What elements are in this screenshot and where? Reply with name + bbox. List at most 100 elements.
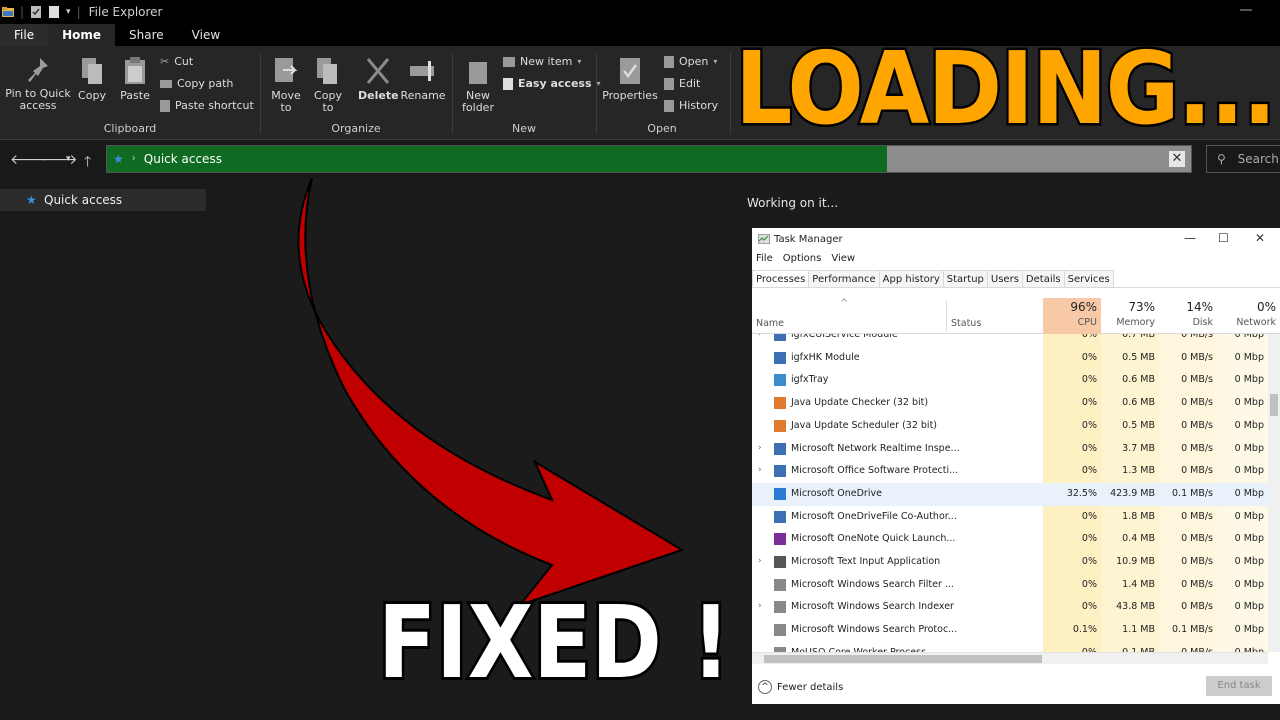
process-network: 0 Mbp xyxy=(1234,624,1264,636)
maximize-icon[interactable]: ☐ xyxy=(1218,231,1229,245)
tab-services[interactable]: Services xyxy=(1063,270,1114,287)
process-disk: 0 MB/s xyxy=(1181,533,1213,545)
expand-chevron-icon[interactable]: › xyxy=(758,334,762,339)
process-disk: 0 MB/s xyxy=(1181,556,1213,567)
process-cpu: 0.1% xyxy=(1072,624,1097,636)
process-row[interactable]: Microsoft OneDriveFile Co-Author... 0% 1.8… xyxy=(752,506,1268,529)
process-memory: 43.8 MB xyxy=(1116,601,1155,613)
process-icon xyxy=(774,533,786,546)
process-memory: 0.6 MB xyxy=(1122,397,1155,409)
process-name: Microsoft Network Realtime Inspe... xyxy=(791,442,960,454)
fewer-details-label: Fewer details xyxy=(777,681,844,693)
process-row[interactable]: › Microsoft Windows Search Indexer 0% 43.8 … xyxy=(752,596,1268,619)
menu-view[interactable]: View xyxy=(831,253,855,264)
process-icon xyxy=(774,334,786,341)
process-memory: 423.9 MB xyxy=(1110,487,1155,499)
process-icon xyxy=(774,465,786,478)
process-cpu: 32.5% xyxy=(1066,487,1097,499)
process-disk: 0 MB/s xyxy=(1181,601,1213,613)
process-name: Microsoft Office Software Protecti... xyxy=(791,465,959,477)
process-row[interactable]: Microsoft Windows Search Filter ... 0% 1.4… xyxy=(752,574,1268,597)
disk-label: Disk xyxy=(1192,317,1213,328)
menu-file[interactable]: File xyxy=(756,253,773,264)
tab-app-history[interactable]: App history xyxy=(878,270,944,287)
column-cpu[interactable]: 96% CPU xyxy=(1043,298,1101,334)
process-cpu: 0% xyxy=(1081,334,1097,340)
process-row[interactable]: Microsoft Windows Search Protoc... 0.1% 1.… xyxy=(752,619,1268,642)
process-name: Microsoft OneNote Quick Launch... xyxy=(791,533,956,545)
process-table-header: ^ Name Status 96% CPU 73% Memory 14% Dis… xyxy=(752,298,1280,334)
process-name: igfxCUIService Module xyxy=(791,334,898,340)
scroll-thumb[interactable] xyxy=(1270,394,1278,416)
process-disk: 0 MB/s xyxy=(1181,465,1213,477)
process-row[interactable]: MoUSO Core Worker Process0%0.1 MB0 MB/s0… xyxy=(752,642,1268,652)
fewer-details-button[interactable]: ^ Fewer details xyxy=(758,680,843,694)
process-row[interactable]: › Microsoft Text Input Application 0% 10.9 … xyxy=(752,551,1268,574)
tab-details[interactable]: Details xyxy=(1021,270,1065,287)
process-disk: 0 MB/s xyxy=(1181,419,1213,431)
process-disk: 0 MB/s xyxy=(1181,578,1213,590)
tab-processes[interactable]: Processes xyxy=(752,270,810,287)
process-icon xyxy=(774,442,786,455)
process-network: 0 Mbp xyxy=(1234,351,1264,363)
process-name: Microsoft OneDriveFile Co-Author... xyxy=(791,510,957,522)
process-network: 0 Mbp xyxy=(1234,578,1264,590)
process-network: 0 Mbp xyxy=(1234,374,1264,386)
cpu-label: CPU xyxy=(1077,317,1097,328)
process-network: 0 Mbp xyxy=(1234,419,1264,431)
end-task-button[interactable]: End task xyxy=(1206,676,1272,696)
column-divider xyxy=(946,300,947,332)
process-disk: 0.1 MB/s xyxy=(1172,624,1213,636)
column-name[interactable]: Name xyxy=(756,318,784,329)
expand-chevron-icon[interactable]: › xyxy=(758,556,762,566)
minimize-icon[interactable]: — xyxy=(1184,231,1196,245)
process-row[interactable]: igfxTray 0% 0.6 MB 0 MB/s 0 Mbp xyxy=(752,369,1268,392)
process-name: Microsoft OneDrive xyxy=(791,487,882,499)
process-row[interactable]: Microsoft OneDrive 32.5% 423.9 MB 0.1 MB/s 0… xyxy=(752,482,1268,506)
task-manager-window: Task Manager — ☐ ✕ File Options View Pro… xyxy=(752,228,1280,704)
process-disk: 0 MB/s xyxy=(1181,442,1213,454)
column-memory[interactable]: 73% Memory xyxy=(1101,298,1159,334)
network-label: Network xyxy=(1236,317,1276,328)
process-memory: 1.8 MB xyxy=(1122,510,1155,522)
tab-performance[interactable]: Performance xyxy=(808,270,880,287)
process-list: › igfxCUIService Module 0% 0.7 MB 0 MB/s 0 Mb… xyxy=(752,334,1268,652)
process-cpu: 0% xyxy=(1081,601,1097,613)
process-network: 0 Mbp xyxy=(1234,510,1264,522)
close-icon[interactable]: ✕ xyxy=(1255,231,1265,245)
column-disk[interactable]: 14% Disk xyxy=(1159,298,1217,334)
horizontal-scrollbar[interactable] xyxy=(752,652,1268,664)
process-row[interactable]: Java Update Checker (32 bit) 0% 0.6 MB 0 MB… xyxy=(752,392,1268,415)
process-memory: 0.5 MB xyxy=(1122,351,1155,363)
expand-chevron-icon[interactable]: › xyxy=(758,601,762,611)
expand-chevron-icon[interactable]: › xyxy=(758,465,762,475)
process-memory: 10.9 MB xyxy=(1116,556,1155,567)
tab-startup[interactable]: Startup xyxy=(942,270,988,287)
menu-options[interactable]: Options xyxy=(783,253,822,264)
process-memory: 1.3 MB xyxy=(1122,465,1155,477)
process-row[interactable]: Java Update Scheduler (32 bit) 0% 0.5 MB 0 … xyxy=(752,415,1268,438)
process-row[interactable]: › Microsoft Office Software Protecti... 0%… xyxy=(752,460,1268,483)
process-network: 0 Mbp xyxy=(1234,601,1264,613)
vertical-scrollbar[interactable] xyxy=(1268,334,1280,652)
scroll-thumb[interactable] xyxy=(764,655,1042,663)
process-row[interactable]: › Microsoft Network Realtime Inspe... 0% 3.… xyxy=(752,438,1268,461)
process-memory: 1.1 MB xyxy=(1122,624,1155,636)
process-name: Microsoft Text Input Application xyxy=(791,556,941,567)
tab-users[interactable]: Users xyxy=(986,270,1023,287)
expand-chevron-icon[interactable]: › xyxy=(758,443,762,453)
process-network: 0 Mbp xyxy=(1234,533,1264,545)
memory-label: Memory xyxy=(1116,317,1155,328)
column-network[interactable]: 0% Network xyxy=(1217,298,1280,334)
process-disk: 0 MB/s xyxy=(1181,351,1213,363)
process-cpu: 0% xyxy=(1081,578,1097,590)
column-status[interactable]: Status xyxy=(951,318,981,329)
process-name: Java Update Checker (32 bit) xyxy=(791,397,929,409)
process-memory: 0.7 MB xyxy=(1122,334,1155,340)
process-icon xyxy=(774,487,786,500)
process-row[interactable]: › igfxCUIService Module 0% 0.7 MB 0 MB/s 0 Mb… xyxy=(752,334,1268,347)
process-icon xyxy=(774,351,786,364)
process-name: igfxHK Module xyxy=(791,351,860,363)
process-row[interactable]: igfxHK Module 0% 0.5 MB 0 MB/s 0 Mbp xyxy=(752,347,1268,370)
process-row[interactable]: Microsoft OneNote Quick Launch... 0% 0.4 M… xyxy=(752,528,1268,551)
